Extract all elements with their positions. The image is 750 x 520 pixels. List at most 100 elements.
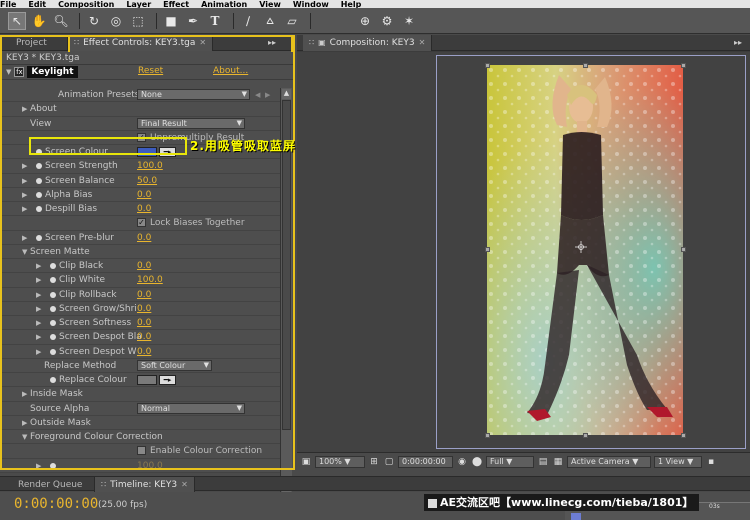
expand-triangle-icon[interactable]: ▶ xyxy=(22,188,27,202)
expand-triangle-icon[interactable]: ▶ xyxy=(36,459,41,473)
alpha-bias-value[interactable]: 0.0 xyxy=(137,188,151,202)
region-of-interest-icon[interactable]: ▤ xyxy=(537,456,549,468)
preset-next-icon[interactable]: ▶ xyxy=(265,88,270,102)
despill-bias-value[interactable]: 0.0 xyxy=(137,202,151,216)
mask-visibility-icon[interactable]: ▢ xyxy=(383,456,395,468)
preset-prev-icon[interactable]: ◀ xyxy=(255,88,260,102)
tab-timeline[interactable]: ∷ Timeline: KEY3 ✕ xyxy=(95,477,195,493)
type-tool-icon[interactable]: T xyxy=(206,12,224,30)
composition-viewer[interactable] xyxy=(297,52,750,452)
grid-icon[interactable]: ⊞ xyxy=(368,456,380,468)
stopwatch-icon[interactable] xyxy=(50,320,56,326)
tab-project[interactable]: Project xyxy=(0,35,68,51)
eraser-tool-icon[interactable]: ▱ xyxy=(283,12,301,30)
screen-matte-row[interactable]: ▼ Screen Matte xyxy=(0,244,282,259)
stopwatch-icon[interactable] xyxy=(36,163,42,170)
expand-triangle-icon[interactable]: ▶ xyxy=(22,102,27,116)
clone-stamp-tool-icon[interactable]: ⩟ xyxy=(261,12,279,30)
enable-correction-checkbox[interactable] xyxy=(137,446,146,456)
expand-triangle-icon[interactable]: ▶ xyxy=(36,316,41,330)
expand-triangle-icon[interactable]: ▶ xyxy=(36,273,41,287)
tab-effect-controls[interactable]: ∷ Effect Controls: KEY3.tga ✕ xyxy=(68,35,214,51)
screen-softness-value[interactable]: 0.0 xyxy=(137,316,151,330)
expand-triangle-icon[interactable]: ▶ xyxy=(36,288,41,302)
rectangle-mask-tool-icon[interactable]: ■ xyxy=(162,12,180,30)
expand-triangle-icon[interactable]: ▼ xyxy=(6,68,11,76)
expand-triangle-icon[interactable]: ▶ xyxy=(22,231,27,245)
transparency-grid-icon[interactable]: ▦ xyxy=(552,456,564,468)
outside-mask-row[interactable]: ▶ Outside Mask xyxy=(0,415,282,430)
inside-mask-row[interactable]: ▶ Inside Mask xyxy=(0,387,282,402)
stopwatch-icon[interactable] xyxy=(36,206,42,212)
current-time-indicator[interactable] xyxy=(571,513,581,520)
view-layout-dropdown[interactable]: 1 View ▼ xyxy=(654,455,702,468)
stopwatch-icon[interactable] xyxy=(36,234,42,241)
stopwatch-icon[interactable] xyxy=(50,462,56,469)
saturation-value[interactable]: 100.0 xyxy=(137,459,163,473)
about-link[interactable]: About... xyxy=(213,66,248,76)
stopwatch-icon[interactable] xyxy=(36,177,42,184)
stopwatch-icon[interactable] xyxy=(36,191,42,198)
selection-tool-icon[interactable]: ↖ xyxy=(8,11,26,30)
animation-presets-dropdown[interactable]: None ▼ xyxy=(137,89,250,100)
transform-handle[interactable] xyxy=(583,433,588,438)
track-xy-camera-tool-icon[interactable]: ⬚ xyxy=(129,12,147,30)
transform-handle[interactable] xyxy=(681,247,686,252)
layer-image[interactable] xyxy=(487,65,683,435)
tab-composition[interactable]: ∷ ▣ Composition: KEY3 ✕ xyxy=(303,35,433,51)
stopwatch-icon[interactable] xyxy=(50,305,56,312)
zoom-tool-icon[interactable]: 🔍︎ xyxy=(52,12,70,30)
expand-triangle-icon[interactable]: ▶ xyxy=(22,202,27,216)
screen-grow-shrink-value[interactable]: 0.0 xyxy=(137,302,151,316)
clip-black-value[interactable]: 0.0 xyxy=(137,259,151,273)
panel-menu-icon[interactable]: ▸▸ xyxy=(734,38,742,47)
transform-handle[interactable] xyxy=(583,63,588,68)
eyedropper-icon[interactable]: ━▸ xyxy=(159,375,176,385)
lock-icon[interactable]: ▣ xyxy=(318,35,326,51)
resolution-dropdown[interactable]: Full ▼ xyxy=(486,455,534,468)
stopwatch-icon[interactable] xyxy=(50,377,56,383)
replace-method-dropdown[interactable]: Soft Colour ▼ xyxy=(137,359,212,371)
expand-triangle-icon[interactable]: ▶ xyxy=(22,159,27,173)
close-tab-icon[interactable]: ✕ xyxy=(419,35,426,51)
pen-tool-icon[interactable]: ✒ xyxy=(184,12,202,30)
collapse-triangle-icon[interactable]: ▼ xyxy=(22,430,27,444)
screen-preblur-value[interactable]: 0.0 xyxy=(137,231,151,245)
brush-tool-icon[interactable]: ∕ xyxy=(239,12,257,30)
close-tab-icon[interactable]: ✕ xyxy=(181,477,188,493)
close-tab-icon[interactable]: ✕ xyxy=(199,35,206,51)
collapse-triangle-icon[interactable]: ▼ xyxy=(22,245,27,259)
expand-triangle-icon[interactable]: ▶ xyxy=(22,416,27,430)
puppet-pin-tool-icon[interactable]: ⊕ xyxy=(356,12,374,30)
current-time-field[interactable]: 0:00:00:00 xyxy=(398,455,453,468)
expand-triangle-icon[interactable]: ▶ xyxy=(36,302,41,316)
transform-handle[interactable] xyxy=(485,63,490,68)
stopwatch-icon[interactable] xyxy=(50,348,56,355)
expand-triangle-icon[interactable]: ▶ xyxy=(22,174,27,188)
puppet-starch-tool-icon[interactable]: ✶ xyxy=(400,12,418,30)
transform-handle[interactable] xyxy=(485,247,490,252)
lock-biases-checkbox[interactable]: ✓ xyxy=(137,218,146,228)
puppet-overlap-tool-icon[interactable]: ⚙ xyxy=(378,12,396,30)
screen-strength-value[interactable]: 100.0 xyxy=(137,159,163,173)
magnification-dropdown[interactable]: 100% ▼ xyxy=(315,455,365,468)
show-channel-icon[interactable]: ⬤ xyxy=(471,456,483,468)
scroll-up-icon[interactable]: ▲ xyxy=(282,89,291,99)
clip-rollback-value[interactable]: 0.0 xyxy=(137,288,151,302)
about-row[interactable]: ▶ About xyxy=(0,102,282,117)
stopwatch-icon[interactable] xyxy=(50,334,56,341)
source-alpha-dropdown[interactable]: Normal ▼ xyxy=(137,402,245,414)
camera-dropdown[interactable]: Active Camera ▼ xyxy=(567,455,651,468)
transform-handle[interactable] xyxy=(485,433,490,438)
pixel-aspect-icon[interactable]: ▪ xyxy=(705,456,717,468)
transform-handle[interactable] xyxy=(681,433,686,438)
stopwatch-icon[interactable] xyxy=(50,277,56,284)
clip-white-value[interactable]: 100.0 xyxy=(137,273,163,287)
stopwatch-icon[interactable] xyxy=(50,263,56,269)
panel-menu-icon[interactable]: ▸▸ xyxy=(268,38,276,47)
replace-colour-swatch[interactable] xyxy=(137,375,157,385)
stopwatch-icon[interactable] xyxy=(50,291,56,298)
fx-toggle-icon[interactable]: fx xyxy=(14,67,25,77)
hand-tool-icon[interactable]: ✋ xyxy=(30,12,48,30)
expand-triangle-icon[interactable]: ▶ xyxy=(22,387,27,401)
